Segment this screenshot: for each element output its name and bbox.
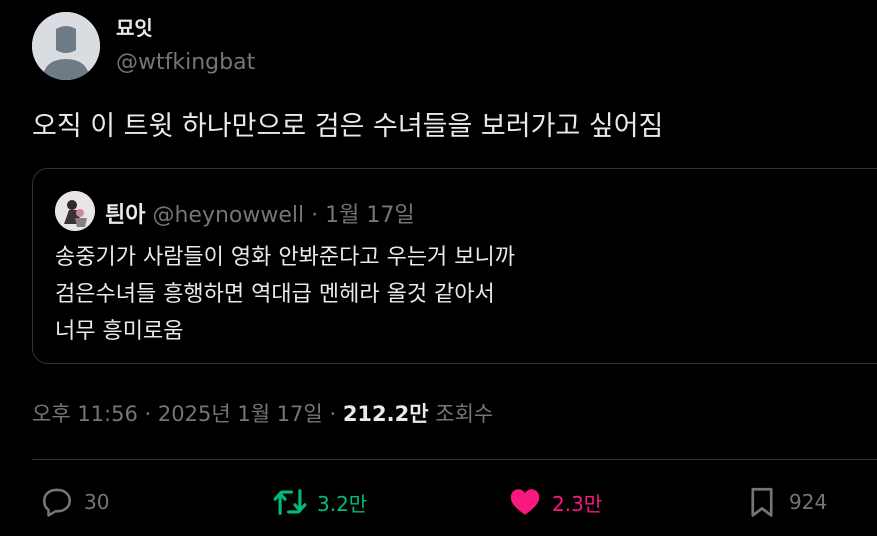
like-button[interactable]: 2.3만 (508, 484, 602, 520)
default-profile-icon (32, 12, 100, 80)
quote-author-avatar[interactable] (55, 191, 95, 231)
author-avatar[interactable] (32, 12, 100, 80)
reply-button[interactable]: 30 (40, 484, 109, 520)
author-handle[interactable]: @wtfkingbat (116, 50, 255, 75)
heart-filled-icon (510, 489, 540, 515)
quote-text-line: 너무 흥미로움 (55, 319, 184, 344)
quote-separator: · (311, 203, 319, 228)
views-label: 조회수 (435, 402, 494, 426)
tweet-date[interactable]: 2025년 1월 17일 (158, 402, 323, 426)
quote-text: 송중기가 사람들이 영화 안봐준다고 우는거 보니까 검은수녀들 흥행하면 역대… (55, 239, 515, 350)
quote-author-handle[interactable]: @heynowwell (152, 203, 304, 228)
tweet-detail: 묘잇 @wtfkingbat 오직 이 트윗 하나만으로 검은 수녀들을 보러가… (0, 0, 877, 536)
quote-header: 틘아 @heynowwell · 1월 17일 (105, 197, 415, 229)
quote-date[interactable]: 1월 17일 (325, 203, 414, 228)
like-count: 2.3만 (552, 491, 603, 516)
bookmark-count: 924 (789, 490, 828, 514)
avatar-image-icon (55, 191, 95, 231)
tweet-text: 오직 이 트윗 하나만으로 검은 수녀들을 보러가고 싶어짐 (32, 111, 664, 142)
author-display-name[interactable]: 묘잇 (116, 12, 153, 41)
bookmark-button[interactable]: 924 (745, 484, 827, 520)
quote-text-line: 송중기가 사람들이 영화 안봐준다고 우는거 보니까 (55, 245, 516, 270)
divider (32, 459, 877, 460)
quote-text-line: 검은수녀들 흥행하면 역대급 멘헤라 올것 같아서 (55, 282, 495, 307)
retweet-button[interactable]: 3.2만 (273, 484, 367, 520)
retweet-count: 3.2만 (317, 491, 368, 516)
quoted-tweet-card[interactable]: 틘아 @heynowwell · 1월 17일 송중기가 사람들이 영화 안봐준… (32, 168, 877, 364)
speech-bubble-icon (42, 488, 72, 517)
views-separator: · (329, 402, 337, 426)
views-count: 212.2만 (342, 402, 429, 426)
meta-separator: · (144, 402, 152, 426)
tweet-meta: 오후 11:56 · 2025년 1월 17일 · 212.2만 조회수 (32, 398, 493, 428)
quote-author-name[interactable]: 틘아 (105, 203, 145, 228)
tweet-time[interactable]: 오후 11:56 (32, 402, 138, 426)
reply-count: 30 (84, 490, 110, 514)
retweet-arrows-icon (273, 489, 307, 515)
bookmark-icon (751, 487, 773, 517)
